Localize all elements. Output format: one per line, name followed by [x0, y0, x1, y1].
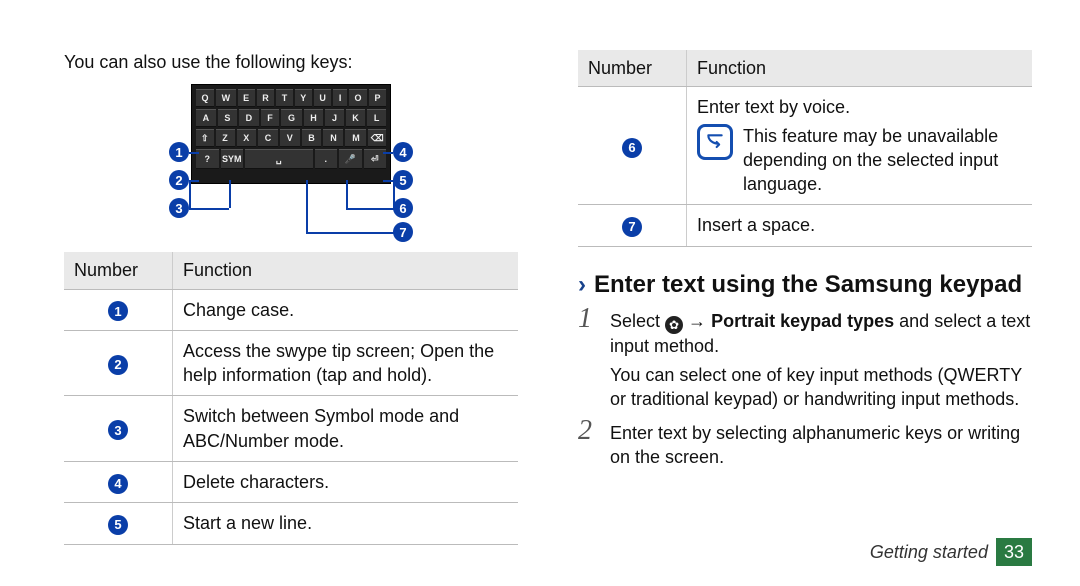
table-row: 3 Switch between Symbol mode and ABC/Num…: [64, 396, 518, 462]
note-text: This feature may be unavailable dependin…: [743, 124, 1022, 197]
table-row: 5 Start a new line.: [64, 503, 518, 544]
footer-section: Getting started: [870, 540, 988, 564]
row-text: Enter text by voice. This feature may be…: [687, 87, 1033, 205]
step-item: Enter text by selecting alphanumeric key…: [578, 421, 1032, 470]
left-function-table: Number Function 1 Change case. 2 Access …: [64, 252, 518, 544]
callout-1: 1: [169, 142, 189, 162]
row-num: 6: [622, 138, 642, 158]
row-text: Delete characters.: [173, 462, 519, 503]
row-num: 1: [108, 301, 128, 321]
row-num: 5: [108, 515, 128, 535]
row-num: 3: [108, 420, 128, 440]
gear-icon: ✿: [665, 316, 683, 334]
keyboard-image: QWERTYUIOP ASDFGHJKL ⇧ZXCVBNM⌫ ?SYM␣.🎤⏎: [191, 84, 391, 184]
note-icon: [697, 124, 733, 160]
callout-4: 4: [393, 142, 413, 162]
row-text: Change case.: [173, 289, 519, 330]
page-number: 33: [996, 538, 1032, 566]
step-text: Enter text by selecting alphanumeric key…: [610, 421, 1032, 470]
right-column: Number Function 6 Enter text by voice. T…: [548, 50, 1032, 556]
step-subtext: You can select one of key input methods …: [610, 363, 1032, 412]
table-header-function: Function: [173, 252, 519, 289]
callout-3: 3: [169, 198, 189, 218]
intro-text: You can also use the following keys:: [64, 50, 518, 74]
row-text: Access the swype tip screen; Open the he…: [173, 330, 519, 396]
step-bold: Portrait keypad types: [711, 311, 894, 331]
table-row: 7 Insert a space.: [578, 205, 1032, 246]
table-header-function: Function: [687, 50, 1033, 87]
page: You can also use the following keys: QWE…: [0, 0, 1080, 586]
table-header-number: Number: [64, 252, 173, 289]
right-function-table: Number Function 6 Enter text by voice. T…: [578, 50, 1032, 247]
keyboard-figure: QWERTYUIOP ASDFGHJKL ⇧ZXCVBNM⌫ ?SYM␣.🎤⏎: [141, 84, 441, 234]
chevron-icon: ›: [578, 269, 586, 301]
row-num: 7: [622, 217, 642, 237]
table-row: 4 Delete characters.: [64, 462, 518, 503]
callout-2: 2: [169, 170, 189, 190]
table-row: 2 Access the swype tip screen; Open the …: [64, 330, 518, 396]
table-row: 1 Change case.: [64, 289, 518, 330]
step-arrow: →: [688, 311, 711, 331]
page-footer: Getting started 33: [870, 538, 1032, 566]
row-text: Start a new line.: [173, 503, 519, 544]
callout-6: 6: [393, 198, 413, 218]
row-text: Switch between Symbol mode and ABC/Numbe…: [173, 396, 519, 462]
table-header-number: Number: [578, 50, 687, 87]
section-heading: › Enter text using the Samsung keypad: [578, 269, 1032, 301]
step-text: Select: [610, 311, 665, 331]
steps-list: Select ✿ → Portrait keypad types and sel…: [578, 309, 1032, 470]
left-column: You can also use the following keys: QWE…: [64, 50, 548, 556]
row-main-text: Enter text by voice.: [697, 95, 1022, 119]
row-num: 4: [108, 474, 128, 494]
section-title-text: Enter text using the Samsung keypad: [594, 269, 1022, 301]
table-row: 6 Enter text by voice. This feature may …: [578, 87, 1032, 205]
callout-5: 5: [393, 170, 413, 190]
row-text: Insert a space.: [687, 205, 1033, 246]
callout-7: 7: [393, 222, 413, 242]
row-num: 2: [108, 355, 128, 375]
step-item: Select ✿ → Portrait keypad types and sel…: [578, 309, 1032, 411]
